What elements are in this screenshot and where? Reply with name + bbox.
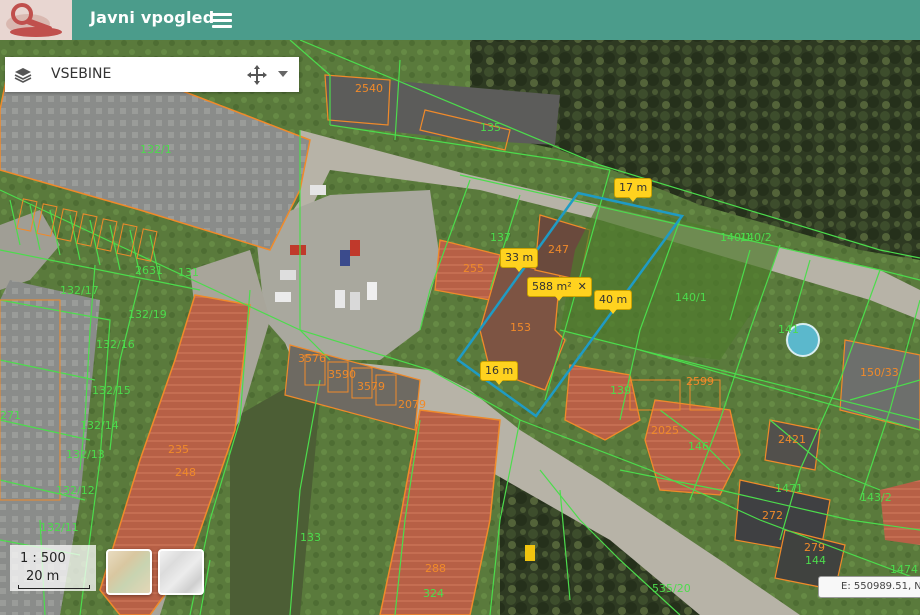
edge-length-label: 16 m xyxy=(480,361,519,385)
edge-length-label: 17 m xyxy=(614,178,653,202)
area-value: 588 m² xyxy=(532,280,572,293)
scale-bar xyxy=(18,585,90,589)
panel-title: VSEBINE xyxy=(51,66,112,82)
area-label: 588 m² ✕ xyxy=(527,277,592,301)
hamburger-menu-icon[interactable] xyxy=(212,10,232,28)
scale-indicator: 1 : 500 20 m xyxy=(10,545,96,591)
top-bar: Javni vpogled xyxy=(0,0,920,40)
basemap-topographic-button[interactable] xyxy=(106,549,152,595)
app-title: Javni vpogled xyxy=(90,8,215,27)
scale-ratio: 1 : 500 xyxy=(20,551,66,566)
coordinates-readout: E: 550989.51, N xyxy=(818,576,920,598)
edge-length-label: 33 m xyxy=(500,248,539,272)
layers-icon[interactable] xyxy=(14,66,32,84)
app-logo[interactable] xyxy=(0,0,72,40)
contents-panel: VSEBINE xyxy=(5,57,299,92)
basemap-relief-button[interactable] xyxy=(158,549,204,595)
close-icon[interactable]: ✕ xyxy=(578,280,587,293)
edge-length-label: 40 m xyxy=(594,290,633,314)
move-icon[interactable] xyxy=(247,65,267,85)
scale-distance: 20 m xyxy=(26,569,60,584)
map-view[interactable]: 135 132/1 247 137 140/1 140/1 141 140/2 … xyxy=(0,40,920,615)
caret-down-icon[interactable] xyxy=(277,69,289,79)
